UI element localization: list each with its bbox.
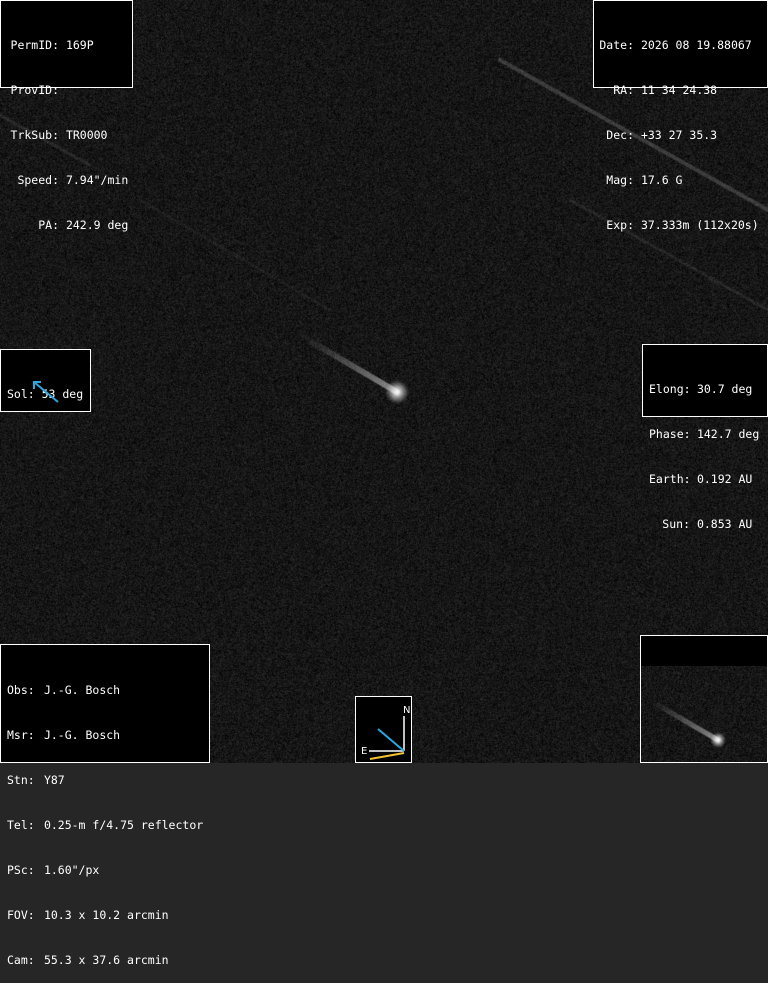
earth-row: Earth: 0.192 AU <box>649 472 767 487</box>
phase-label: Phase: <box>649 427 691 441</box>
speed-row: Speed: 7.94"/min <box>7 173 132 188</box>
compass-rose-icon: N E <box>355 696 412 763</box>
phase-row: Phase: 142.7 deg <box>649 427 767 442</box>
exp-value: 37.333m (112x20s) <box>640 218 759 232</box>
ra-row: RA: 11 34 24.38 <box>599 83 767 98</box>
observer-info-panel: Obs: J.-G. Bosch Msr: J.-G. Bosch Stn: Y… <box>0 644 210 967</box>
tel-label: Tel: <box>7 818 35 832</box>
north-label: N <box>403 705 410 716</box>
permid-row: PermID: 169P <box>7 38 132 53</box>
compass-svg: N E <box>361 705 410 760</box>
obs-value: J.-G. Bosch <box>43 683 121 697</box>
fov-label: FOV: <box>7 908 35 922</box>
permid-value: 169P <box>65 38 94 52</box>
thumbnail-image <box>641 666 767 762</box>
solar-direction-panel: Sol: 53 deg <box>0 349 91 412</box>
geometry-info-panel: Elong: 30.7 deg Phase: 142.7 deg Earth: … <box>642 344 768 531</box>
tel-row: Tel: 0.25-m f/4.75 reflector <box>7 818 209 833</box>
dec-value: +33 27 35.3 <box>640 128 718 142</box>
earth-label: Earth: <box>649 472 691 486</box>
cam-label: Cam: <box>7 953 35 967</box>
phase-value: 142.7 deg <box>696 427 760 441</box>
date-label: Date: <box>599 38 634 52</box>
pa-row: PA: 242.9 deg <box>7 218 132 233</box>
elong-label: Elong: <box>649 382 691 396</box>
obs-row: Obs: J.-G. Bosch <box>7 683 209 698</box>
mag-row: Mag: 17.6 G <box>599 173 767 188</box>
sun-label: Sun: <box>662 517 690 531</box>
pa-label: PA: <box>38 218 59 232</box>
msr-label: Msr: <box>7 728 35 742</box>
speed-value: 7.94"/min <box>65 173 129 187</box>
position-info-panel: Date: 2026 08 19.88067 RA: 11 34 24.38 D… <box>593 0 768 232</box>
provid-label: ProvID: <box>10 83 59 97</box>
sun-value: 0.853 AU <box>696 517 753 531</box>
elong-row: Elong: 30.7 deg <box>649 382 767 397</box>
trksub-label: TrkSub: <box>10 128 59 142</box>
mag-label: Mag: <box>606 173 634 187</box>
stn-row: Stn: Y87 <box>7 773 209 788</box>
east-label: E <box>361 746 367 757</box>
date-value: 2026 08 19.88067 <box>640 38 752 52</box>
msr-value: J.-G. Bosch <box>43 728 121 742</box>
exp-label: Exp: <box>606 218 634 232</box>
ra-label: RA: <box>613 83 634 97</box>
earth-value: 0.192 AU <box>696 472 753 486</box>
cam-row: Cam: 55.3 x 37.6 arcmin <box>7 953 209 968</box>
stn-value: Y87 <box>43 773 65 787</box>
psc-value: 1.60"/px <box>43 863 100 877</box>
provid-row: ProvID: <box>7 83 132 98</box>
east-direction-line <box>369 752 405 760</box>
trksub-value: TR0000 <box>65 128 108 142</box>
sun-direction-arrow-icon <box>33 381 59 403</box>
speed-label: Speed: <box>17 173 59 187</box>
trksub-row: TrkSub: TR0000 <box>7 128 132 143</box>
date-row: Date: 2026 08 19.88067 <box>599 38 767 53</box>
pa-value: 242.9 deg <box>65 218 129 232</box>
cam-value: 55.3 x 37.6 arcmin <box>43 953 169 967</box>
mag-value: 17.6 G <box>640 173 683 187</box>
sun-row: Sun: 0.853 AU <box>649 517 767 532</box>
stn-label: Stn: <box>7 773 35 787</box>
dec-label: Dec: <box>606 128 634 142</box>
obs-label: Obs: <box>7 683 35 697</box>
motion-direction-line <box>377 728 405 752</box>
permid-label: PermID: <box>10 38 59 52</box>
track-info-panel: PermID: 169P ProvID: TrkSub: TR0000 Spee… <box>0 0 133 232</box>
psc-label: PSc: <box>7 863 35 877</box>
ra-value: 11 34 24.38 <box>640 83 718 97</box>
elong-value: 30.7 deg <box>696 382 753 396</box>
fov-value: 10.3 x 10.2 arcmin <box>43 908 169 922</box>
psc-row: PSc: 1.60"/px <box>7 863 209 878</box>
comet-zoom-thumbnail <box>640 635 768 763</box>
tel-value: 0.25-m f/4.75 reflector <box>43 818 204 832</box>
exp-row: Exp: 37.333m (112x20s) <box>599 218 767 233</box>
msr-row: Msr: J.-G. Bosch <box>7 728 209 743</box>
fov-row: FOV: 10.3 x 10.2 arcmin <box>7 908 209 923</box>
dec-row: Dec: +33 27 35.3 <box>599 128 767 143</box>
